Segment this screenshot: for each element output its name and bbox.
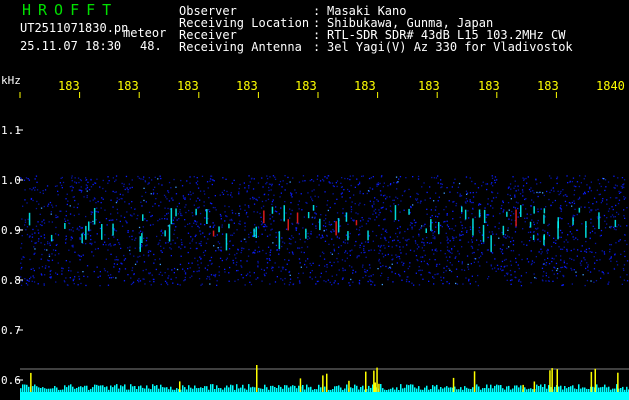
antenna-sep: : xyxy=(313,40,321,54)
x-tick-label: 183 xyxy=(177,79,199,93)
x-tick-label: 183 xyxy=(354,79,376,93)
y-tick-label: 0.6 xyxy=(1,374,21,387)
meteor-count: 48. xyxy=(140,39,162,53)
noise-band xyxy=(20,175,629,287)
x-tick-label: 183 xyxy=(117,79,139,93)
y-tick-label: 1.1 xyxy=(1,124,21,137)
file-name: UT2511071830.pn xyxy=(20,21,129,35)
x-tick-label: 183 xyxy=(236,79,258,93)
signal-level-meter xyxy=(20,365,629,400)
meteor-label: meteor xyxy=(123,26,167,40)
y-tick-label: 0.8 xyxy=(1,274,21,287)
spectrogram xyxy=(17,92,629,400)
y-tick-label: 0.7 xyxy=(1,324,21,337)
antenna-label: Receiving Antenna xyxy=(179,40,302,54)
x-tick-label: 183 xyxy=(295,79,317,93)
y-tick-label: 0.9 xyxy=(1,224,21,237)
y-tick-label: 1.0 xyxy=(1,174,21,187)
y-unit-label: kHz xyxy=(1,74,21,87)
antenna-value: 3el Yagi(V) Az 330 for Vladivostok xyxy=(327,40,573,54)
x-tick-label: 183 xyxy=(478,79,500,93)
capture-datetime: 25.11.07 18:30 xyxy=(20,39,122,53)
x-tick-label: 183 xyxy=(418,79,440,93)
x-tick-label: 183 xyxy=(537,79,559,93)
x-tick-label: 1840 xyxy=(596,79,625,93)
x-tick-label: 183 xyxy=(58,79,80,93)
meteor-echoes xyxy=(28,205,617,252)
app-brand: HROFFT xyxy=(22,1,119,19)
